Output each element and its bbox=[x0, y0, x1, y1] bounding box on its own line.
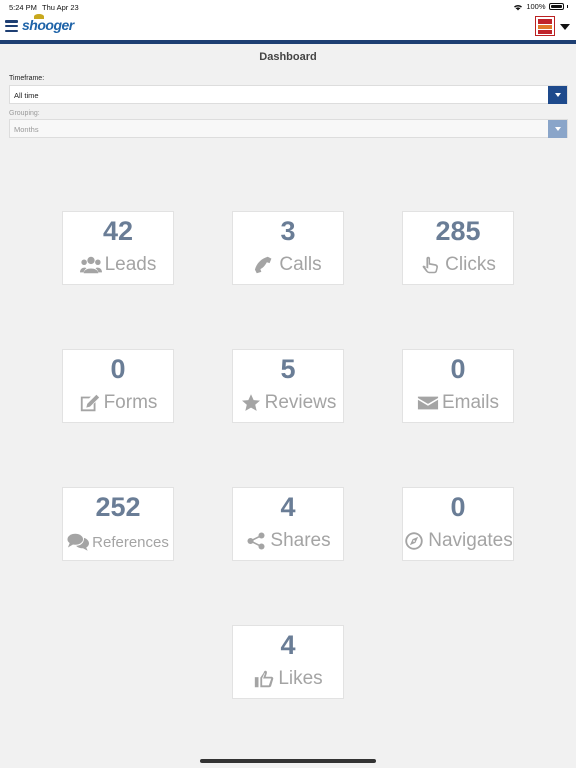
stat-tile-reviews[interactable]: 5 Reviews bbox=[232, 349, 344, 423]
chevron-down-icon[interactable] bbox=[548, 120, 567, 138]
stat-label: Navigates bbox=[428, 530, 513, 551]
battery-percent: 100% bbox=[526, 2, 546, 11]
stat-count: 42 bbox=[102, 216, 134, 246]
stat-tile-navigates[interactable]: 0 Navigates bbox=[402, 487, 514, 561]
battery-icon bbox=[548, 3, 564, 10]
stat-caption: Likes bbox=[233, 668, 343, 690]
stat-tile-emails[interactable]: 0 Emails bbox=[402, 349, 514, 423]
stat-tile-calls[interactable]: 3 Calls bbox=[232, 211, 344, 285]
menu-icon[interactable] bbox=[5, 20, 18, 32]
status-bar: 5:24 PM Thu Apr 23 100% bbox=[0, 0, 576, 13]
stat-tile-references[interactable]: 252 References bbox=[62, 487, 174, 561]
chevron-down-icon[interactable] bbox=[548, 86, 567, 104]
stat-caption: Leads bbox=[63, 254, 173, 276]
stat-tile-shares[interactable]: 4 Shares bbox=[232, 487, 344, 561]
stat-count: 4 bbox=[280, 492, 296, 522]
battery-nub bbox=[566, 5, 568, 8]
stat-tile-clicks[interactable]: 285 Clicks bbox=[402, 211, 514, 285]
status-right: 100% bbox=[513, 2, 568, 11]
stat-caption: Forms bbox=[63, 392, 173, 414]
stat-count: 3 bbox=[280, 216, 296, 246]
edit-form-icon bbox=[80, 394, 99, 412]
chevron-down-icon[interactable] bbox=[560, 24, 570, 30]
thumbs-up-icon bbox=[255, 670, 274, 688]
stat-caption: Reviews bbox=[233, 392, 343, 414]
stat-label: Shares bbox=[270, 530, 331, 551]
stat-caption: Shares bbox=[233, 530, 343, 552]
stat-tile-forms[interactable]: 0 Forms bbox=[62, 349, 174, 423]
page-title: Dashboard bbox=[259, 51, 317, 63]
comments-icon bbox=[67, 533, 90, 551]
timeframe-value: All time bbox=[14, 91, 39, 100]
share-icon bbox=[247, 532, 265, 550]
stat-label: Clicks bbox=[445, 254, 496, 275]
profile-avatar[interactable] bbox=[535, 16, 555, 36]
stat-tile-leads[interactable]: 42 Leads bbox=[62, 211, 174, 285]
grouping-label: Grouping: bbox=[9, 110, 40, 117]
status-date: Thu Apr 23 bbox=[42, 3, 79, 12]
stat-label: Likes bbox=[278, 668, 323, 689]
stat-label: Reviews bbox=[264, 392, 337, 413]
stat-label: Calls bbox=[279, 254, 322, 275]
stat-count: 5 bbox=[280, 354, 296, 384]
home-indicator[interactable] bbox=[200, 759, 376, 763]
pointer-hand-icon bbox=[422, 256, 439, 274]
stat-label: Forms bbox=[103, 392, 158, 413]
stat-count: 0 bbox=[450, 354, 466, 384]
top-navbar: shooger bbox=[0, 13, 576, 40]
stat-count: 4 bbox=[280, 630, 296, 660]
users-icon bbox=[79, 256, 102, 274]
stat-tile-likes[interactable]: 4 Likes bbox=[232, 625, 344, 699]
stat-caption: Navigates bbox=[403, 530, 513, 552]
app-logo[interactable]: shooger bbox=[22, 17, 74, 33]
envelope-icon bbox=[417, 396, 439, 410]
timeframe-label: Timeframe: bbox=[9, 75, 45, 82]
stat-caption: References bbox=[63, 532, 173, 552]
stat-caption: Calls bbox=[233, 254, 343, 276]
stat-label: Leads bbox=[104, 254, 157, 275]
status-time: 5:24 PM bbox=[9, 3, 37, 12]
stat-count: 0 bbox=[450, 492, 466, 522]
wifi-icon bbox=[514, 4, 523, 10]
grouping-value: Months bbox=[14, 125, 39, 134]
navbar-divider bbox=[0, 40, 576, 44]
compass-icon bbox=[405, 532, 423, 550]
stat-caption: Clicks bbox=[403, 254, 513, 276]
star-icon bbox=[241, 394, 260, 411]
timeframe-select[interactable]: All time bbox=[9, 85, 568, 104]
phone-icon bbox=[255, 256, 272, 274]
stat-label: References bbox=[92, 533, 169, 551]
stat-count: 0 bbox=[110, 354, 126, 384]
grouping-select[interactable]: Months bbox=[9, 119, 568, 138]
stat-label: Emails bbox=[441, 392, 499, 413]
stat-count: 252 bbox=[95, 492, 141, 522]
stat-caption: Emails bbox=[403, 392, 513, 414]
stat-count: 285 bbox=[435, 216, 481, 246]
